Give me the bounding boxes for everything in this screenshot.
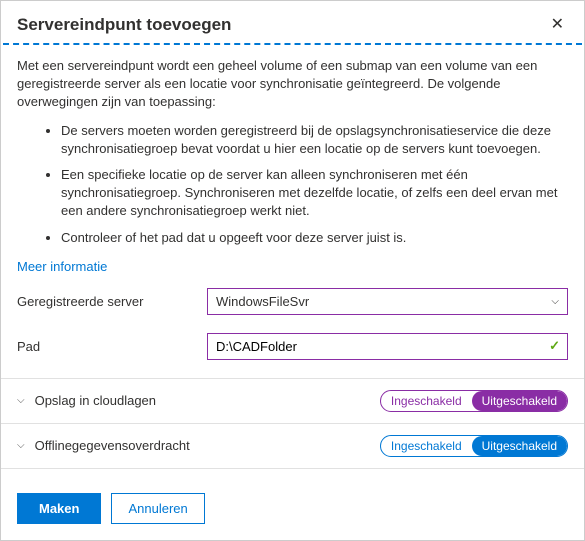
offline-transfer-section[interactable]: ⌵ Offlinegegevensoverdracht Ingeschakeld… [1, 424, 584, 468]
panel-content: Met een servereindpunt wordt een geheel … [1, 45, 584, 378]
select-value: WindowsFileSvr [216, 294, 309, 309]
toggle-off-option[interactable]: Uitgeschakeld [472, 391, 567, 411]
chevron-down-icon: ⌵ [17, 395, 25, 406]
close-icon: ✕ [551, 16, 564, 33]
server-row: Geregistreerde server WindowsFileSvr ⌵ [17, 288, 568, 315]
path-label: Pad [17, 339, 207, 354]
cloud-tiering-section[interactable]: ⌵ Opslag in cloudlagen Ingeschakeld Uitg… [1, 379, 584, 423]
cloud-tiering-toggle[interactable]: Ingeschakeld Uitgeschakeld [380, 390, 568, 412]
checkmark-icon: ✓ [549, 338, 560, 354]
panel-header: Servereindpunt toevoegen ✕ [1, 1, 584, 43]
toggle-on-option[interactable]: Ingeschakeld [381, 436, 472, 456]
offline-transfer-label: Offlinegegevensoverdracht [35, 438, 190, 453]
list-item: De servers moeten worden geregistreerd b… [61, 122, 568, 158]
add-server-endpoint-panel: Servereindpunt toevoegen ✕ Met een serve… [0, 0, 585, 541]
more-info-link[interactable]: Meer informatie [17, 259, 107, 274]
registered-server-select[interactable]: WindowsFileSvr ⌵ [207, 288, 568, 315]
panel-footer: Maken Annuleren [1, 477, 584, 540]
server-label: Geregistreerde server [17, 294, 207, 309]
chevron-down-icon: ⌵ [551, 296, 559, 307]
panel-title: Servereindpunt toevoegen [17, 15, 231, 35]
cloud-tiering-label: Opslag in cloudlagen [35, 393, 156, 408]
create-button[interactable]: Maken [17, 493, 101, 524]
path-input[interactable] [207, 333, 568, 360]
section-header: ⌵ Offlinegegevensoverdracht [17, 438, 190, 453]
description-text: Met een servereindpunt wordt een geheel … [17, 57, 568, 112]
considerations-list: De servers moeten worden geregistreerd b… [17, 122, 568, 247]
list-item: Een specifieke locatie op de server kan … [61, 166, 568, 221]
close-button[interactable]: ✕ [547, 13, 568, 37]
toggle-off-option[interactable]: Uitgeschakeld [472, 436, 567, 456]
path-row: Pad ✓ [17, 333, 568, 360]
offline-transfer-toggle[interactable]: Ingeschakeld Uitgeschakeld [380, 435, 568, 457]
path-input-wrapper: ✓ [207, 333, 568, 360]
separator [1, 468, 584, 469]
list-item: Controleer of het pad dat u opgeeft voor… [61, 229, 568, 247]
chevron-down-icon: ⌵ [17, 440, 25, 451]
section-header: ⌵ Opslag in cloudlagen [17, 393, 156, 408]
cancel-button[interactable]: Annuleren [111, 493, 204, 524]
toggle-on-option[interactable]: Ingeschakeld [381, 391, 472, 411]
